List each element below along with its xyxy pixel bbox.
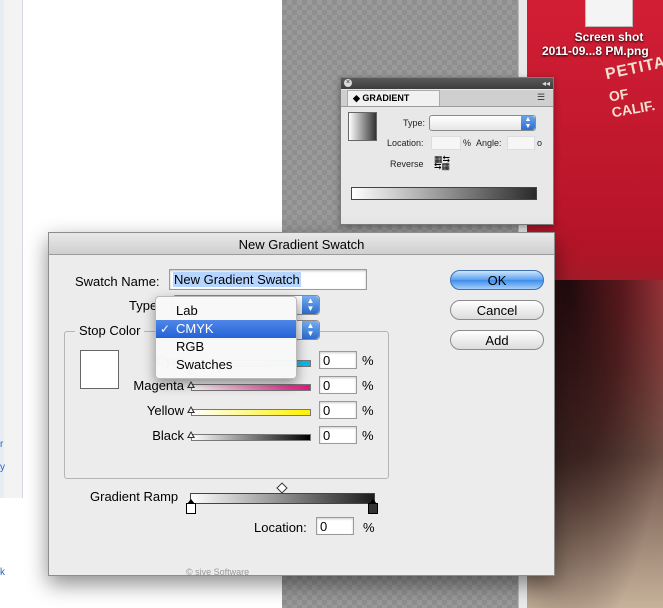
- footer-text: © sive Software: [186, 567, 250, 577]
- gradient-panel-titlebar[interactable]: × ◂◂: [341, 78, 553, 89]
- black-label: Black: [152, 428, 184, 443]
- checkmark-icon: ✓: [160, 322, 171, 336]
- yellow-slider-thumb[interactable]: [187, 406, 195, 413]
- chevron-updown-icon: ▲ ▼: [302, 321, 319, 339]
- ramp-stop-left[interactable]: [186, 499, 196, 514]
- gradient-angle-field[interactable]: [507, 136, 535, 150]
- yellow-slider[interactable]: [191, 409, 311, 416]
- file-icon-label-line2[interactable]: 2011-09...8 PM.png: [542, 44, 663, 58]
- black-unit: %: [362, 428, 374, 443]
- panel-menu-icon[interactable]: ☰: [537, 93, 549, 102]
- menu-item-label: Lab: [176, 303, 198, 318]
- chevron-updown-icon: ▲ ▼: [521, 116, 535, 130]
- file-icon-label-line1[interactable]: Screen shot: [555, 30, 663, 44]
- swatch-name-value: New Gradient Swatch: [173, 272, 301, 287]
- side-text-k: k: [0, 567, 5, 578]
- ramp-stop-right[interactable]: [368, 499, 378, 514]
- location-label: Location:: [254, 520, 307, 535]
- magenta-slider[interactable]: [191, 384, 311, 391]
- magenta-label: Magenta: [133, 378, 184, 393]
- black-slider[interactable]: [191, 434, 311, 441]
- menu-item-cmyk[interactable]: ✓ CMYK: [156, 320, 296, 338]
- stop-color-menu: Lab ✓ CMYK RGB Swatches: [155, 296, 297, 379]
- type-label: Type: [129, 298, 158, 313]
- gradient-panel: × ◂◂ ◆ GRADIENT ☰ Type: ▲ ▼ Location: % A…: [340, 77, 554, 225]
- add-button[interactable]: Add: [450, 330, 544, 350]
- swatch-name-label: Swatch Name:: [75, 274, 160, 289]
- new-gradient-swatch-dialog: New Gradient Swatch Swatch Name: New Gra…: [48, 232, 555, 577]
- menu-item-label: CMYK: [176, 321, 214, 336]
- cyan-unit: %: [362, 353, 374, 368]
- gradient-preview-swatch[interactable]: [348, 112, 377, 141]
- gradient-panel-ramp[interactable]: [351, 187, 537, 200]
- gradient-ramp-label: Gradient Ramp: [90, 489, 179, 504]
- side-panel-edge: [0, 0, 4, 498]
- stop-color-label: Stop Color: [75, 323, 145, 338]
- black-slider-thumb[interactable]: [187, 431, 195, 438]
- ok-button[interactable]: OK: [450, 270, 544, 290]
- gradient-location-field[interactable]: [431, 136, 461, 150]
- yellow-unit: %: [362, 403, 374, 418]
- gradient-location-unit: %: [463, 138, 472, 148]
- screenshot-file-icon[interactable]: [585, 0, 633, 27]
- gradient-angle-unit: o: [537, 138, 543, 148]
- swatch-name-input[interactable]: New Gradient Swatch: [169, 269, 367, 290]
- menu-item-lab[interactable]: Lab: [156, 302, 296, 320]
- yellow-label: Yellow: [146, 403, 184, 418]
- dialog-title: New Gradient Swatch: [238, 237, 365, 252]
- menu-item-rgb[interactable]: RGB: [156, 338, 296, 356]
- location-unit: %: [363, 520, 375, 535]
- collapse-icon[interactable]: ◂◂: [542, 78, 550, 89]
- tab-icon: ◆: [353, 93, 363, 103]
- reverse-label: Reverse: [390, 159, 424, 169]
- gradient-ramp-bar[interactable]: [190, 493, 375, 504]
- magenta-unit: %: [362, 378, 374, 393]
- ramp-midpoint-diamond[interactable]: [276, 482, 288, 494]
- menu-item-swatches[interactable]: Swatches: [156, 356, 296, 374]
- side-text-r: r: [0, 439, 4, 450]
- reverse-icon[interactable]: ▦⇆ ⇆▦: [434, 155, 450, 171]
- side-text-y: y: [0, 462, 5, 473]
- black-field[interactable]: 0: [319, 426, 357, 444]
- cancel-button[interactable]: Cancel: [450, 300, 544, 320]
- cyan-field[interactable]: 0: [319, 351, 357, 369]
- chevron-updown-icon: ▲ ▼: [302, 296, 319, 314]
- menu-item-label: Swatches: [176, 357, 233, 372]
- gradient-type-select[interactable]: ▲ ▼: [429, 115, 536, 131]
- tab-gradient-label: GRADIENT: [362, 93, 410, 103]
- menu-item-label: RGB: [176, 339, 205, 354]
- gradient-location-label: Location:: [387, 138, 424, 148]
- magenta-slider-thumb[interactable]: [187, 381, 195, 388]
- magenta-field[interactable]: 0: [319, 376, 357, 394]
- location-field[interactable]: 0: [316, 517, 354, 535]
- gradient-angle-label: Angle:: [476, 138, 502, 148]
- close-icon[interactable]: ×: [344, 79, 352, 87]
- yellow-field[interactable]: 0: [319, 401, 357, 419]
- gradient-type-label: Type:: [403, 118, 426, 128]
- tab-gradient[interactable]: ◆ GRADIENT: [347, 90, 440, 106]
